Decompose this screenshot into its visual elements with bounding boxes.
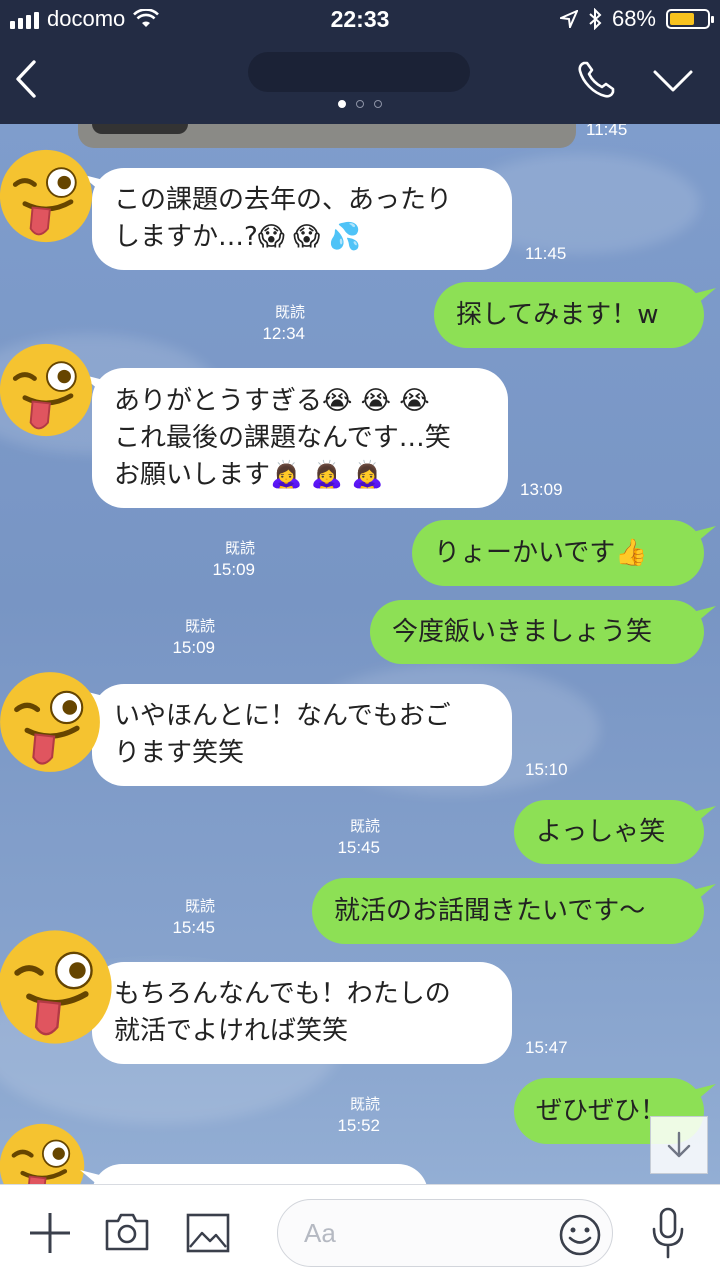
emoji-icon[interactable] (558, 1213, 602, 1257)
message-time: 15:09 (172, 638, 215, 657)
read-receipt: 既読 15:52 (320, 1094, 380, 1136)
message-text-line: 就活のお話聞きたいです〜 (334, 895, 646, 926)
read-receipt: 既読 15:09 (155, 616, 215, 658)
contact-avatar[interactable] (0, 928, 114, 1050)
chat-header (0, 40, 720, 124)
message-text-line: 今度飯いきましょう笑 (392, 616, 653, 647)
message-input-placeholder: Aa (304, 1218, 336, 1248)
outgoing-message-bubble[interactable]: 探してみます！w (434, 282, 704, 348)
back-icon[interactable] (10, 54, 50, 104)
message-text-line: この課題の去年の、あったり (114, 185, 453, 215)
scroll-down-button[interactable] (650, 1116, 708, 1174)
page-dot (374, 100, 382, 108)
outgoing-message-bubble[interactable]: 就活のお話聞きたいです〜 (312, 878, 704, 944)
contact-avatar[interactable] (0, 1122, 86, 1184)
battery-icon (666, 9, 714, 29)
message-time: 15:45 (337, 838, 380, 857)
read-receipt: 既読 15:45 (155, 896, 215, 938)
chevron-down-icon[interactable] (652, 66, 694, 96)
read-label: 既読 (184, 618, 215, 635)
page-dot (356, 100, 364, 108)
read-label: 既読 (224, 540, 255, 557)
incoming-message-bubble[interactable] (92, 1164, 428, 1184)
outgoing-message-bubble[interactable]: よっしゃ笑 (514, 800, 704, 864)
message-time: 15:45 (172, 918, 215, 937)
previous-photo-message[interactable] (78, 124, 576, 148)
message-text-line: これ最後の課題なんです…笑 (114, 422, 451, 453)
read-label: 既読 (274, 304, 305, 321)
message-input[interactable]: Aa (277, 1199, 613, 1267)
message-time: 12:34 (262, 324, 305, 343)
page-dot (338, 100, 346, 108)
read-receipt: 既読 12:34 (245, 302, 305, 344)
message-time: 11:45 (525, 244, 567, 263)
message-text-line: りょーかいです👍 (434, 537, 648, 568)
contact-avatar[interactable] (0, 148, 94, 248)
message-time: 15:52 (337, 1116, 380, 1135)
message-time: 15:10 (525, 760, 568, 779)
message-text-line: 就活でよければ笑笑 (114, 1016, 349, 1046)
arrow-down-icon (667, 1131, 691, 1158)
incoming-message-bubble[interactable]: もちろんなんでも！わたしの 就活でよければ笑笑 (92, 962, 512, 1064)
incoming-message-bubble[interactable]: この課題の去年の、あったり しますか…?😱 😱 💦 (92, 168, 512, 270)
read-label: 既読 (184, 898, 215, 915)
location-icon (559, 10, 578, 28)
read-label: 既読 (349, 818, 380, 835)
mic-icon[interactable] (650, 1207, 686, 1259)
live-tag (92, 124, 188, 134)
image-icon[interactable] (186, 1213, 230, 1253)
bluetooth-icon (589, 8, 602, 30)
read-label: 既読 (349, 1096, 380, 1113)
message-text-line: しますか…?😱 😱 💦 (114, 222, 361, 252)
incoming-message-bubble[interactable]: ありがとうすぎる😭 😭 😭 これ最後の課題なんです…笑 お願いします🙇‍♀️ 🙇‍♀… (92, 368, 508, 508)
contact-avatar[interactable] (0, 670, 102, 778)
message-time: 15:47 (525, 1038, 568, 1057)
outgoing-message-bubble[interactable]: 今度飯いきましょう笑 (370, 600, 704, 664)
message-text-line: いやほんとに！なんでもおご (114, 701, 451, 731)
chat-title-redacted[interactable] (248, 52, 470, 92)
input-bar: Aa (0, 1184, 720, 1280)
status-bar: docomo 22:33 68% (0, 0, 720, 40)
phone-icon[interactable] (574, 58, 618, 102)
battery-percent: 68% (611, 6, 656, 31)
camera-icon[interactable] (104, 1211, 150, 1253)
contact-avatar[interactable] (0, 342, 94, 442)
message-time: 15:09 (212, 560, 255, 579)
message-text-line: 探してみます！w (456, 299, 659, 330)
message-text-line: お願いします🙇‍♀️ 🙇‍♀️ 🙇‍♀️ (114, 459, 384, 490)
message-time: 13:09 (520, 480, 563, 499)
read-receipt: 既読 15:09 (195, 538, 255, 580)
message-text-line: よっしゃ笑 (536, 816, 666, 847)
message-text-line: もちろんなんでも！わたしの (114, 979, 451, 1009)
chat-area[interactable]: 11:45 この課題の去年の、あったり しますか…?😱 😱 💦 11:45 探してみま… (0, 124, 720, 1184)
message-text-line: ありがとうすぎる😭 😭 😭 (114, 385, 430, 416)
message-time: 11:45 (586, 124, 628, 139)
message-text-line: ります笑笑 (114, 738, 245, 768)
status-right: 68% (559, 6, 714, 32)
outgoing-message-bubble[interactable]: りょーかいです👍 (412, 520, 704, 586)
incoming-message-bubble[interactable]: いやほんとに！なんでもおご ります笑笑 (92, 684, 512, 786)
battery-fill (670, 13, 695, 25)
read-receipt: 既読 15:45 (320, 816, 380, 858)
plus-icon[interactable] (26, 1209, 74, 1257)
